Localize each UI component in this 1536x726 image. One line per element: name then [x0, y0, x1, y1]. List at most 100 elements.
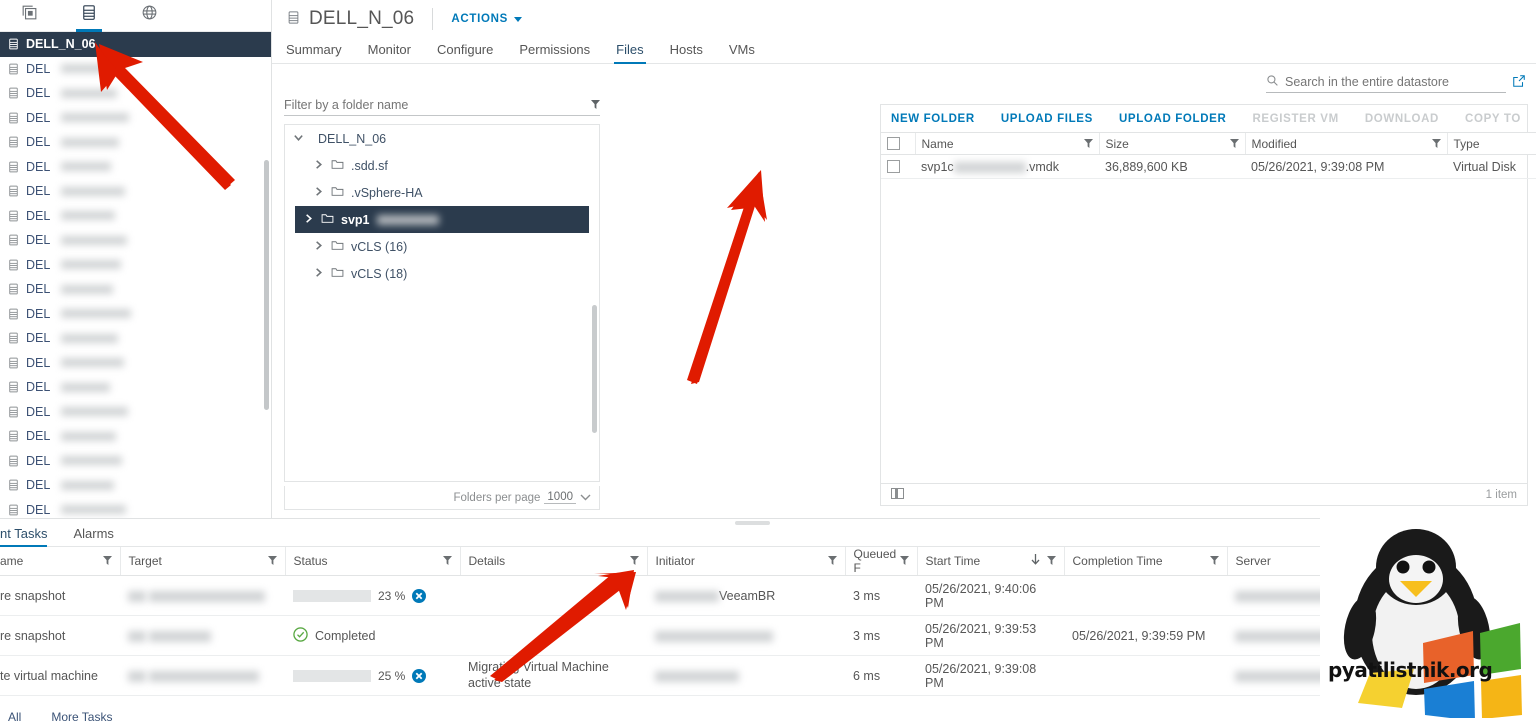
files-toolbar-new-folder-button[interactable]: NEW FOLDER	[891, 113, 975, 125]
filter-icon[interactable]	[1229, 137, 1239, 151]
chevron-down-icon[interactable]	[293, 132, 304, 146]
open-in-new-window-icon[interactable]	[1512, 74, 1526, 91]
redacted-text	[61, 358, 125, 368]
tab-vms[interactable]: VMs	[729, 42, 755, 63]
tasks-table-row[interactable]: re snapshot 23 % VeeamBR 3 ms 05/26/2021, 9…	[0, 575, 1528, 616]
sidebar-item-datastore[interactable]: DEL	[0, 449, 271, 474]
datastores-icon[interactable]	[74, 0, 104, 32]
row-checkbox[interactable]	[887, 160, 900, 173]
task-pane-drag-handle[interactable]	[735, 521, 770, 525]
sidebar-scrollbar[interactable]	[264, 160, 269, 410]
folder-tree-item-selected[interactable]: svp1	[295, 206, 589, 233]
folder-filter-input[interactable]	[284, 97, 591, 112]
chevron-right-icon[interactable]	[303, 213, 314, 227]
tasks-table-row[interactable]: re snapshot Completed 3 ms 05/26/2021, 9:3…	[0, 615, 1528, 656]
filter-icon[interactable]	[1209, 554, 1219, 568]
tab-configure[interactable]: Configure	[437, 42, 493, 63]
search-box[interactable]	[1266, 71, 1506, 93]
tasks-column-header-target[interactable]: Target	[119, 547, 285, 576]
tab-monitor[interactable]: Monitor	[368, 42, 411, 63]
filter-icon[interactable]	[1083, 137, 1093, 151]
hosts-clusters-icon[interactable]	[14, 0, 44, 31]
tab-permissions[interactable]: Permissions	[519, 42, 590, 63]
select-all-checkbox[interactable]	[887, 137, 900, 150]
filter-icon[interactable]	[827, 554, 837, 568]
sidebar-item-datastore[interactable]: DEL	[0, 81, 271, 106]
chevron-right-icon[interactable]	[313, 267, 324, 281]
folder-tree-scrollbar[interactable]	[592, 305, 597, 433]
tasks-table-row[interactable]: te virtual machine 25 % Migrating Virtual…	[0, 655, 1528, 696]
tab-files[interactable]: Files	[614, 42, 647, 64]
sidebar-item-datastore[interactable]: DEL	[0, 155, 271, 180]
sidebar-item-datastore[interactable]: DEL	[0, 130, 271, 155]
chevron-right-icon[interactable]	[313, 240, 324, 254]
sidebar-item-datastore[interactable]: DEL	[0, 473, 271, 498]
files-toolbar-upload-files-button[interactable]: UPLOAD FILES	[1001, 113, 1093, 125]
tab-summary[interactable]: Summary	[286, 42, 342, 63]
filter-icon[interactable]	[1431, 137, 1441, 151]
folder-tree-item[interactable]: DELL_N_06	[285, 125, 599, 165]
folder-tree[interactable]: DELL_N_06 .sdd.sf .vSphere-HA svp1 vCLS …	[284, 124, 600, 482]
task-pane-link-all[interactable]: All	[8, 710, 21, 724]
datastore-list[interactable]: DELL_N_06 DEL DEL DEL DEL DEL DEL DEL DE…	[0, 32, 271, 518]
sidebar-item-datastore[interactable]: DEL	[0, 326, 271, 351]
chevron-right-icon[interactable]	[313, 186, 324, 200]
folder-tree-item[interactable]: .sdd.sf	[285, 152, 599, 179]
folders-per-page-value[interactable]: 1000	[544, 491, 576, 504]
filter-icon[interactable]	[102, 554, 112, 568]
folder-tree-item[interactable]: vCLS (18)	[285, 260, 599, 287]
files-column-header-type[interactable]: Type	[1446, 132, 1536, 155]
networks-icon[interactable]	[134, 0, 164, 31]
files-table-row[interactable]: svp1c .vmdk 36,889,600 KB 05/26/2021, 9:39:…	[881, 154, 1536, 179]
folder-tree-item[interactable]: .vSphere-HA	[285, 179, 599, 206]
tasks-column-header-start-time[interactable]: Start Time	[916, 547, 1064, 576]
task-tab-alarms[interactable]: Alarms	[73, 526, 113, 546]
tasks-column-label: Target	[128, 554, 162, 568]
filter-icon[interactable]	[442, 554, 452, 568]
search-input[interactable]	[1285, 74, 1506, 89]
task-pane-link-more-tasks[interactable]: More Tasks	[51, 710, 112, 724]
task-tab-recent-tasks[interactable]: nt Tasks	[0, 526, 48, 547]
sidebar-item-datastore[interactable]: DEL	[0, 277, 271, 302]
task-progress: 25 %	[293, 668, 452, 683]
sort-descending-icon[interactable]	[1031, 554, 1040, 568]
filter-icon[interactable]	[899, 554, 909, 568]
toggle-split-view-icon[interactable]	[891, 487, 904, 502]
tasks-column-header-status[interactable]: Status	[284, 547, 460, 576]
sidebar-item-datastore-selected[interactable]: DELL_N_06	[0, 32, 271, 57]
sidebar-item-datastore[interactable]: DEL	[0, 375, 271, 400]
sidebar-item-datastore[interactable]: DEL	[0, 424, 271, 449]
files-column-header-modified[interactable]: Modified	[1244, 132, 1447, 155]
tasks-column-header-queued-f[interactable]: Queued F	[844, 547, 917, 576]
folder-tree-item[interactable]: vCLS (16)	[285, 233, 599, 260]
filter-icon[interactable]	[591, 97, 600, 112]
filter-icon[interactable]	[267, 554, 277, 568]
tasks-column-header-completion-time[interactable]: Completion Time	[1063, 547, 1227, 576]
filter-icon[interactable]	[629, 554, 639, 568]
sidebar-item-datastore[interactable]: DEL	[0, 57, 271, 82]
chevron-right-icon[interactable]	[313, 159, 324, 173]
cancel-task-icon[interactable]	[412, 668, 427, 683]
sidebar-item-datastore[interactable]: DEL	[0, 228, 271, 253]
sidebar-item-datastore[interactable]: DEL	[0, 351, 271, 376]
task-completion-time: 05/26/2021, 9:39:59 PM	[1064, 615, 1227, 656]
chevron-down-icon[interactable]	[580, 492, 591, 504]
sidebar-item-datastore[interactable]: DEL	[0, 498, 271, 519]
sidebar-item-label: DEL	[26, 233, 51, 248]
sidebar-item-datastore[interactable]: DEL	[0, 179, 271, 204]
sidebar-item-datastore[interactable]: DEL	[0, 106, 271, 131]
files-column-header-size[interactable]: Size	[1098, 132, 1245, 155]
tasks-column-header-initiator[interactable]: Initiator	[646, 547, 845, 576]
tasks-column-header-ame[interactable]: ame	[0, 547, 120, 576]
sidebar-item-datastore[interactable]: DEL	[0, 400, 271, 425]
sidebar-item-datastore[interactable]: DEL	[0, 204, 271, 229]
sidebar-item-datastore[interactable]: DEL	[0, 302, 271, 327]
files-column-header-name[interactable]: Name	[914, 132, 1099, 155]
tab-hosts[interactable]: Hosts	[670, 42, 703, 63]
filter-icon[interactable]	[1046, 554, 1056, 568]
files-toolbar-upload-folder-button[interactable]: UPLOAD FOLDER	[1119, 113, 1226, 125]
actions-menu-button[interactable]: ACTIONS	[451, 13, 522, 25]
cancel-task-icon[interactable]	[412, 588, 427, 603]
tasks-column-header-details[interactable]: Details	[459, 547, 647, 576]
sidebar-item-datastore[interactable]: DEL	[0, 253, 271, 278]
